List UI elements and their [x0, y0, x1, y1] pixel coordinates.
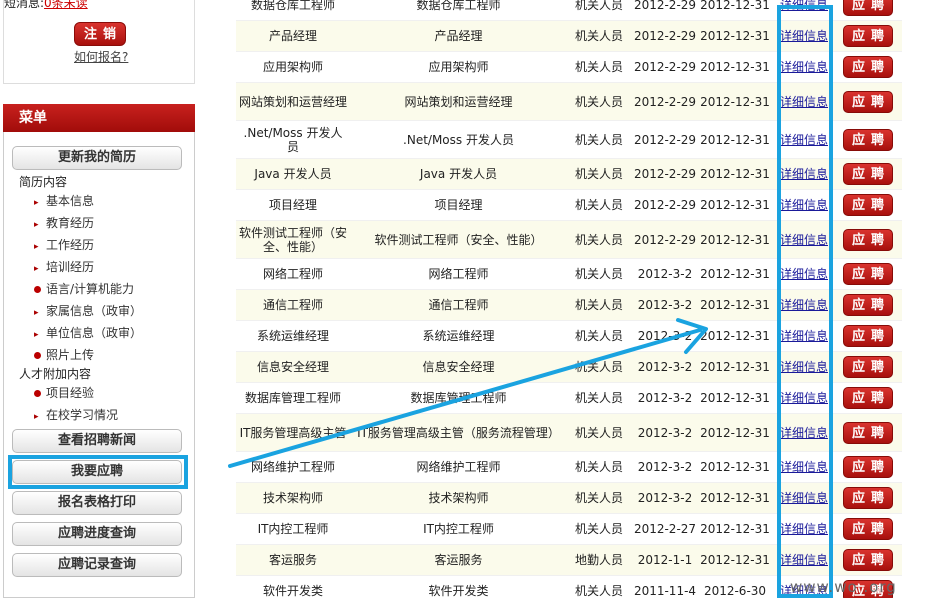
arrow-shaft [228, 328, 702, 468]
annotation-arrow [228, 318, 708, 468]
watermark-text: www.wo .org [790, 578, 897, 596]
